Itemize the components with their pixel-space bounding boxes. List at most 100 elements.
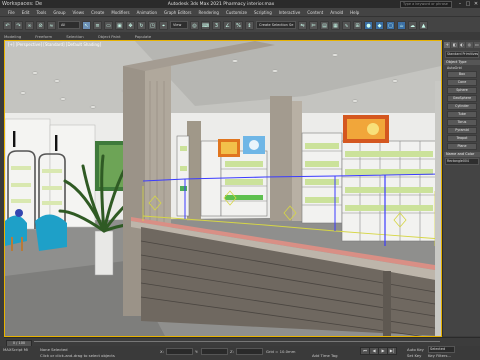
ribbon-tab-populate[interactable]: Populate [135,34,152,39]
menu-customize[interactable]: Customize [226,10,247,15]
selected-set-dropdown[interactable]: Selected [428,346,455,353]
menu-content[interactable]: Content [307,10,323,15]
render-production-icon[interactable]: ☕ [397,20,406,30]
menu-help[interactable]: Help [350,10,359,15]
pyramid-button[interactable]: Pyramid [447,127,477,134]
add-time-tag-button[interactable]: Add Time Tag [312,353,337,358]
ribbon-tab-selection[interactable]: Selection [66,34,84,39]
menu-modifiers[interactable]: Modifiers [111,10,129,15]
command-panel-tabs: + ◧ ◐ ◎ ▭ [443,40,480,50]
sphere-button[interactable]: Sphere [447,87,477,94]
menu-rendering[interactable]: Rendering [199,10,219,15]
menu-edit[interactable]: Edit [22,10,30,15]
category-dropdown[interactable]: Standard Primitives [445,51,479,58]
bind-space-warp-icon[interactable]: ≈ [47,20,56,30]
select-object-icon[interactable]: ↖ [82,20,91,30]
spinner-snap-icon[interactable]: ⇕ [245,20,254,30]
select-by-name-icon[interactable]: ≡ [93,20,102,30]
move-icon[interactable]: ✥ [126,20,135,30]
schematic-view-icon[interactable]: ⊞ [353,20,362,30]
motion-tab-icon[interactable]: ◎ [466,42,473,48]
maximize-button[interactable]: □ [464,1,472,7]
reference-coordinate-dropdown[interactable]: View [170,21,188,29]
rotate-icon[interactable]: ↻ [137,20,146,30]
plane-button[interactable]: Plane [447,143,477,150]
link-icon[interactable]: ∞ [25,20,34,30]
command-panel: + ◧ ◐ ◎ ▭ Standard Primitives Object Typ… [442,40,480,336]
maxscript-listener[interactable]: MAXScript Mi [3,347,28,352]
menu-group[interactable]: Group [53,10,65,15]
box-button[interactable]: Box [447,71,477,78]
menu-interactive[interactable]: Interactive [279,10,301,15]
minimize-button[interactable]: – [456,1,464,7]
ribbon-tab-modeling[interactable]: Modeling [4,34,21,39]
undo-icon[interactable]: ↶ [3,20,12,30]
keyboard-shortcut-override-icon[interactable]: ⌨ [201,20,210,30]
menu-file[interactable]: File [8,10,15,15]
object-name-field[interactable]: Rectangle004 [445,158,479,165]
snaps-toggle-icon[interactable]: 3 [212,20,221,30]
autogrid-checkbox[interactable]: AutoGrid [447,66,477,70]
create-tab-icon[interactable]: + [444,42,451,48]
viewport-label[interactable]: [+] [Perspective] [Standard] [Default Sh… [8,42,101,47]
geosphere-button[interactable]: GeoSphere [447,95,477,102]
render-in-cloud-icon[interactable]: ▲ [419,20,428,30]
selection-filter-dropdown[interactable]: All [58,21,80,29]
close-button[interactable]: ✕ [472,1,480,7]
display-tab-icon[interactable]: ▭ [473,42,480,48]
modify-tab-icon[interactable]: ◧ [451,42,458,48]
x-coordinate-field[interactable] [166,348,193,355]
window-title: Autodesk 3ds Max 2021 Pharmacy interior.… [167,1,275,7]
menu-bar: File Edit Tools Group Views Create Modif… [0,8,480,16]
window-crossing-icon[interactable]: ▣ [115,20,124,30]
cone-button[interactable]: Cone [447,79,477,86]
z-coordinate-label: Z: [230,349,234,354]
rendered-frame-window-icon[interactable]: ▢ [386,20,395,30]
pivot-icon[interactable]: ◎ [190,20,199,30]
mirror-icon[interactable]: ⇋ [298,20,307,30]
material-editor-icon[interactable]: ● [364,20,373,30]
teapot-button[interactable]: Teapot [447,135,477,142]
next-frame-icon[interactable]: ▶| [387,347,397,355]
hierarchy-tab-icon[interactable]: ◐ [458,42,466,48]
z-coordinate-field[interactable] [236,348,263,355]
scale-icon[interactable]: ◳ [148,20,157,30]
menu-scripting[interactable]: Scripting [254,10,272,15]
grid-size-label: Grid = 10.0mm [266,349,296,354]
ribbon-tab-freeform[interactable]: Freeform [35,34,52,39]
render-cloud-icon[interactable]: ☁ [408,20,417,30]
title-bar: Workspaces: Design Default Autodesk 3ds … [0,0,480,8]
menu-create[interactable]: Create [91,10,104,15]
perspective-viewport[interactable]: [+] [Perspective] [Standard] [Default Sh… [4,40,442,337]
scene-explorer-icon[interactable]: ▦ [331,20,340,30]
workspace-selector[interactable]: Workspaces: Design Default [0,1,42,7]
curve-editor-icon[interactable]: ∿ [342,20,351,30]
menu-arnold[interactable]: Arnold [330,10,343,15]
tube-button[interactable]: Tube [447,111,477,118]
menu-tools[interactable]: Tools [36,10,46,15]
named-selection-set-dropdown[interactable]: Create Selection Se [256,21,296,29]
search-input[interactable]: Type a keyword or phrase [400,0,452,8]
unlink-icon[interactable]: ⊘ [36,20,45,30]
menu-graph-editors[interactable]: Graph Editors [164,10,191,15]
cylinder-button[interactable]: Cylinder [447,103,477,110]
name-and-color-rollout[interactable]: Name and Color [444,152,480,157]
layer-explorer-icon[interactable]: ▤ [320,20,329,30]
object-type-rollout[interactable]: Object Type [444,60,480,65]
angle-snap-icon[interactable]: ∠ [223,20,232,30]
menu-animation[interactable]: Animation [137,10,157,15]
prompt-line: Click or click-and-drag to select object… [40,353,115,358]
y-coordinate-field[interactable] [201,348,228,355]
key-filters-button[interactable]: Key Filters... [428,353,451,358]
align-icon[interactable]: ⊨ [309,20,318,30]
set-key-button[interactable]: Set Key [407,353,421,358]
ribbon-tab-object-paint[interactable]: Object Paint [98,34,121,39]
redo-icon[interactable]: ↷ [14,20,23,30]
placement-icon[interactable]: ⌖ [159,20,168,30]
percent-snap-icon[interactable]: % [234,20,243,30]
rect-selection-icon[interactable]: ▭ [104,20,113,30]
auto-key-button[interactable]: Auto Key [407,347,424,352]
torus-button[interactable]: Torus [447,119,477,126]
render-setup-icon[interactable]: ◆ [375,20,384,30]
menu-views[interactable]: Views [73,10,85,15]
